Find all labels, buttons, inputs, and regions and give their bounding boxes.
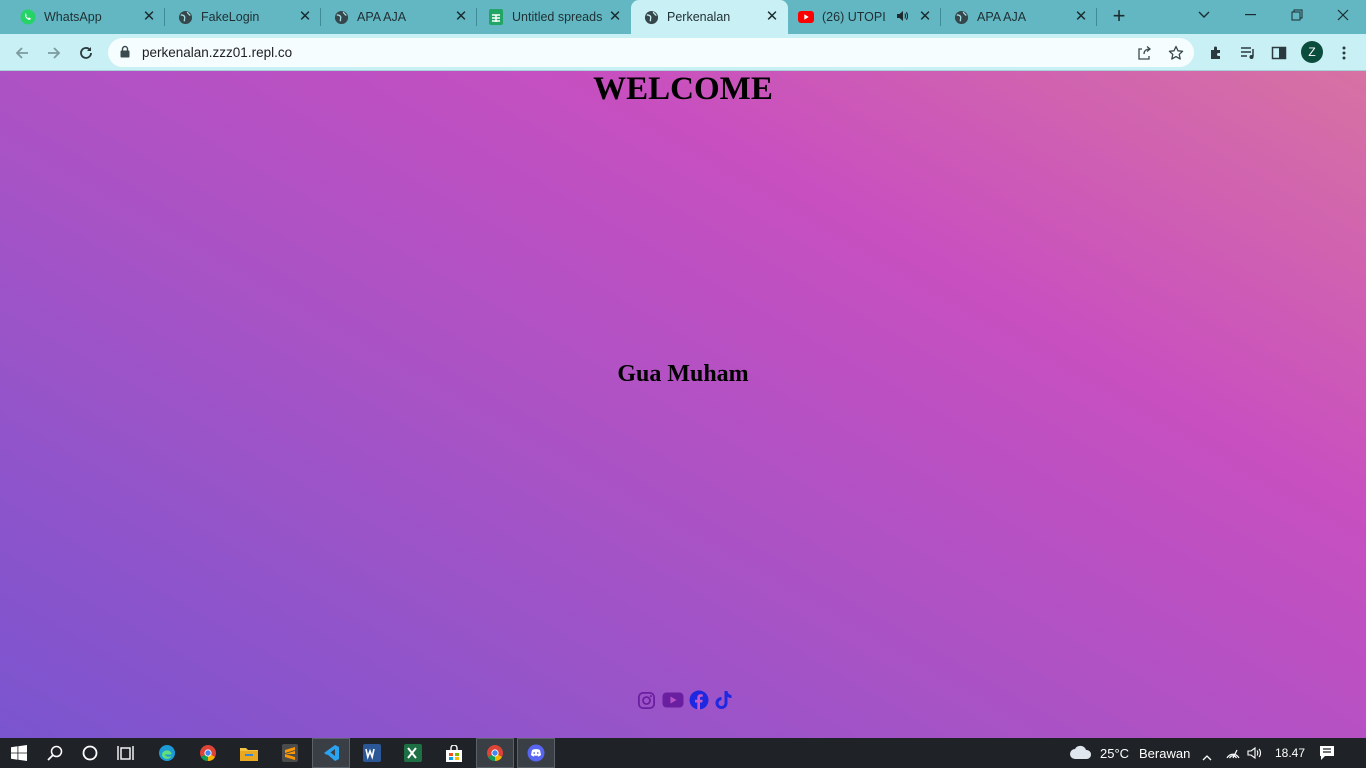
file-explorer-icon[interactable]: [230, 738, 268, 768]
share-icon[interactable]: [1135, 44, 1153, 62]
social-links: [636, 689, 734, 711]
word-icon[interactable]: [353, 738, 391, 768]
tab-search-button[interactable]: [1181, 0, 1227, 30]
weather-temp[interactable]: 25°C: [1100, 746, 1129, 761]
tab-perkenalan[interactable]: Perkenalan ✕: [631, 0, 788, 34]
tab-title: Perkenalan: [667, 10, 731, 24]
bookmark-star-icon[interactable]: [1167, 44, 1185, 62]
notification-icon[interactable]: [1319, 745, 1335, 764]
tab-title: APA AJA: [977, 10, 1027, 24]
restore-button[interactable]: [1274, 0, 1320, 30]
extensions-icon[interactable]: [1203, 40, 1229, 66]
tab-title: Untitled spreadsheet: [512, 10, 602, 24]
task-view-icon[interactable]: [107, 738, 145, 768]
tab-apa-aja[interactable]: APA AJA ✕: [321, 0, 477, 34]
page-heading: WELCOME: [593, 71, 773, 107]
profile-avatar[interactable]: Z: [1301, 41, 1323, 63]
tiktok-icon[interactable]: [713, 690, 734, 711]
sheets-icon: [488, 9, 504, 25]
chevron-up-icon[interactable]: [1202, 749, 1212, 764]
globe-icon: [333, 9, 349, 25]
browser-toolbar: perkenalan.zzz01.repl.co: [0, 34, 1366, 71]
windows-start-icon[interactable]: [0, 738, 38, 768]
tab-title: APA AJA: [357, 10, 407, 24]
tab-separator: [1096, 8, 1097, 26]
tab-strip: WhatsApp ✕ FakeLogin ✕ APA AJA ✕ Untitle…: [0, 0, 1366, 34]
close-icon[interactable]: ✕: [607, 9, 623, 25]
excel-icon[interactable]: [394, 738, 432, 768]
instagram-icon[interactable]: [636, 690, 657, 711]
address-bar[interactable]: perkenalan.zzz01.repl.co: [108, 38, 1194, 67]
facebook-icon[interactable]: [688, 690, 709, 711]
page-subheading: Gua Muham: [617, 361, 749, 387]
close-window-button[interactable]: [1320, 0, 1366, 30]
chrome-icon[interactable]: [189, 738, 227, 768]
tab-fakelogin[interactable]: FakeLogin ✕: [165, 0, 321, 34]
media-control-icon[interactable]: [1235, 40, 1261, 66]
cortana-icon[interactable]: [71, 738, 109, 768]
weather-desc[interactable]: Berawan: [1139, 746, 1190, 761]
windows-taskbar: 25°C Berawan 18.47: [0, 738, 1366, 768]
tab-youtube[interactable]: (26) UTOPIA ✕: [788, 0, 941, 34]
close-icon[interactable]: ✕: [917, 9, 933, 25]
volume-icon[interactable]: [1247, 746, 1263, 763]
globe-icon: [643, 9, 659, 25]
web-page: WELCOME Gua Muham: [0, 71, 1366, 738]
forward-button[interactable]: [41, 40, 67, 66]
url-text[interactable]: perkenalan.zzz01.repl.co: [142, 45, 292, 60]
back-button[interactable]: [9, 40, 35, 66]
side-panel-icon[interactable]: [1266, 40, 1292, 66]
whatsapp-icon: [20, 9, 36, 25]
close-icon[interactable]: ✕: [297, 9, 313, 25]
discord-icon[interactable]: [517, 738, 555, 768]
reload-button[interactable]: [73, 40, 99, 66]
minimize-button[interactable]: [1228, 0, 1274, 30]
chrome-active-icon[interactable]: [476, 738, 514, 768]
store-icon[interactable]: [435, 738, 473, 768]
globe-icon: [177, 9, 193, 25]
menu-kebab-icon[interactable]: [1331, 40, 1357, 66]
speaker-icon[interactable]: [895, 9, 911, 25]
close-icon[interactable]: ✕: [1073, 9, 1089, 25]
new-tab-button[interactable]: +: [1108, 5, 1130, 28]
tab-whatsapp[interactable]: WhatsApp ✕: [0, 0, 165, 34]
youtube-icon: [798, 9, 814, 25]
close-icon[interactable]: ✕: [453, 9, 469, 25]
tab-title: WhatsApp: [44, 10, 102, 24]
lock-icon[interactable]: [120, 45, 134, 59]
edge-icon[interactable]: [148, 738, 186, 768]
clock-time[interactable]: 18.47: [1275, 746, 1305, 760]
tab-title: (26) UTOPIA: [822, 10, 886, 24]
tab-apa-aja-2[interactable]: APA AJA ✕: [941, 0, 1097, 34]
vscode-icon[interactable]: [312, 738, 350, 768]
sublime-text-icon[interactable]: [271, 738, 309, 768]
close-icon[interactable]: ✕: [764, 9, 780, 25]
search-icon[interactable]: [36, 738, 74, 768]
network-icon[interactable]: [1226, 747, 1240, 762]
cloud-icon[interactable]: [1069, 744, 1093, 763]
close-icon[interactable]: ✕: [141, 9, 157, 25]
tab-title: FakeLogin: [201, 10, 260, 24]
globe-icon: [953, 9, 969, 25]
youtube-icon[interactable]: [661, 690, 684, 711]
tab-spreadsheet[interactable]: Untitled spreadsheet ✕: [477, 0, 631, 34]
